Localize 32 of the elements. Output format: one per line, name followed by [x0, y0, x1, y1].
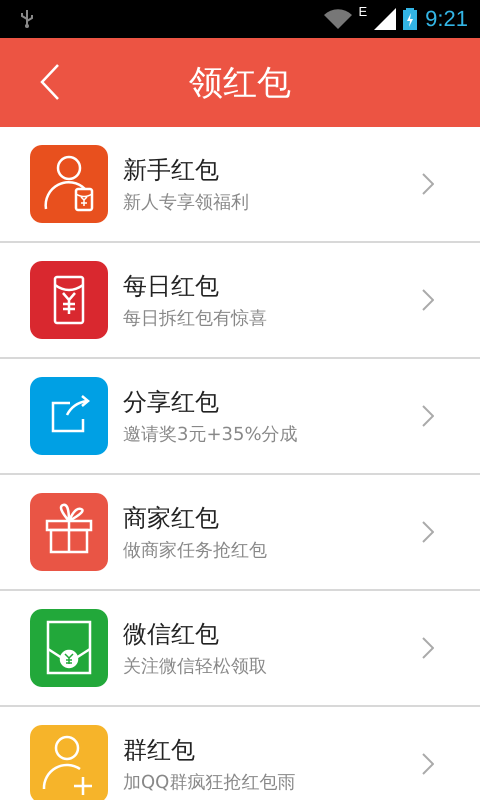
list-item[interactable]: 分享红包 邀请奖3元+35%分成: [0, 359, 480, 475]
list-item[interactable]: 群红包 加QQ群疯狂抢红包雨: [0, 707, 480, 800]
status-time: 9:21: [425, 6, 468, 32]
list-item[interactable]: 微信红包 关注微信轻松领取: [0, 591, 480, 707]
item-subtitle: 做商家任务抢红包: [123, 539, 268, 562]
item-title: 每日红包: [123, 271, 220, 302]
chevron-icon: [422, 405, 434, 427]
item-subtitle: 加QQ群疯狂抢红包雨: [123, 771, 296, 794]
item-title: 新手红包: [123, 155, 220, 186]
list-item[interactable]: 新手红包 新人专享领福利: [0, 127, 480, 243]
item-title: 分享红包: [123, 387, 220, 418]
usb-icon: [20, 9, 34, 29]
item-subtitle: 邀请奖3元+35%分成: [123, 423, 299, 446]
chevron-icon: [422, 637, 434, 659]
chevron-icon: [422, 521, 434, 543]
item-subtitle: 关注微信轻松领取: [123, 655, 268, 678]
back-icon: [40, 63, 60, 101]
battery-icon: [403, 8, 418, 30]
item-title: 群红包: [123, 735, 196, 766]
item-title: 商家红包: [123, 503, 220, 534]
item-subtitle: 每日拆红包有惊喜: [123, 307, 268, 330]
chevron-icon: [422, 173, 434, 195]
item-title: 微信红包: [123, 619, 220, 650]
list-item[interactable]: 商家红包 做商家任务抢红包: [0, 475, 480, 591]
network-type: E: [358, 4, 368, 19]
chevron-icon: [422, 753, 434, 775]
wifi-icon: [322, 8, 352, 30]
item-subtitle: 新人专享领福利: [123, 191, 250, 214]
list-item[interactable]: 每日红包 每日拆红包有惊喜: [0, 243, 480, 359]
chevron-icon: [422, 289, 434, 311]
page-title: 领红包: [189, 62, 291, 104]
signal-icon: [373, 8, 398, 30]
